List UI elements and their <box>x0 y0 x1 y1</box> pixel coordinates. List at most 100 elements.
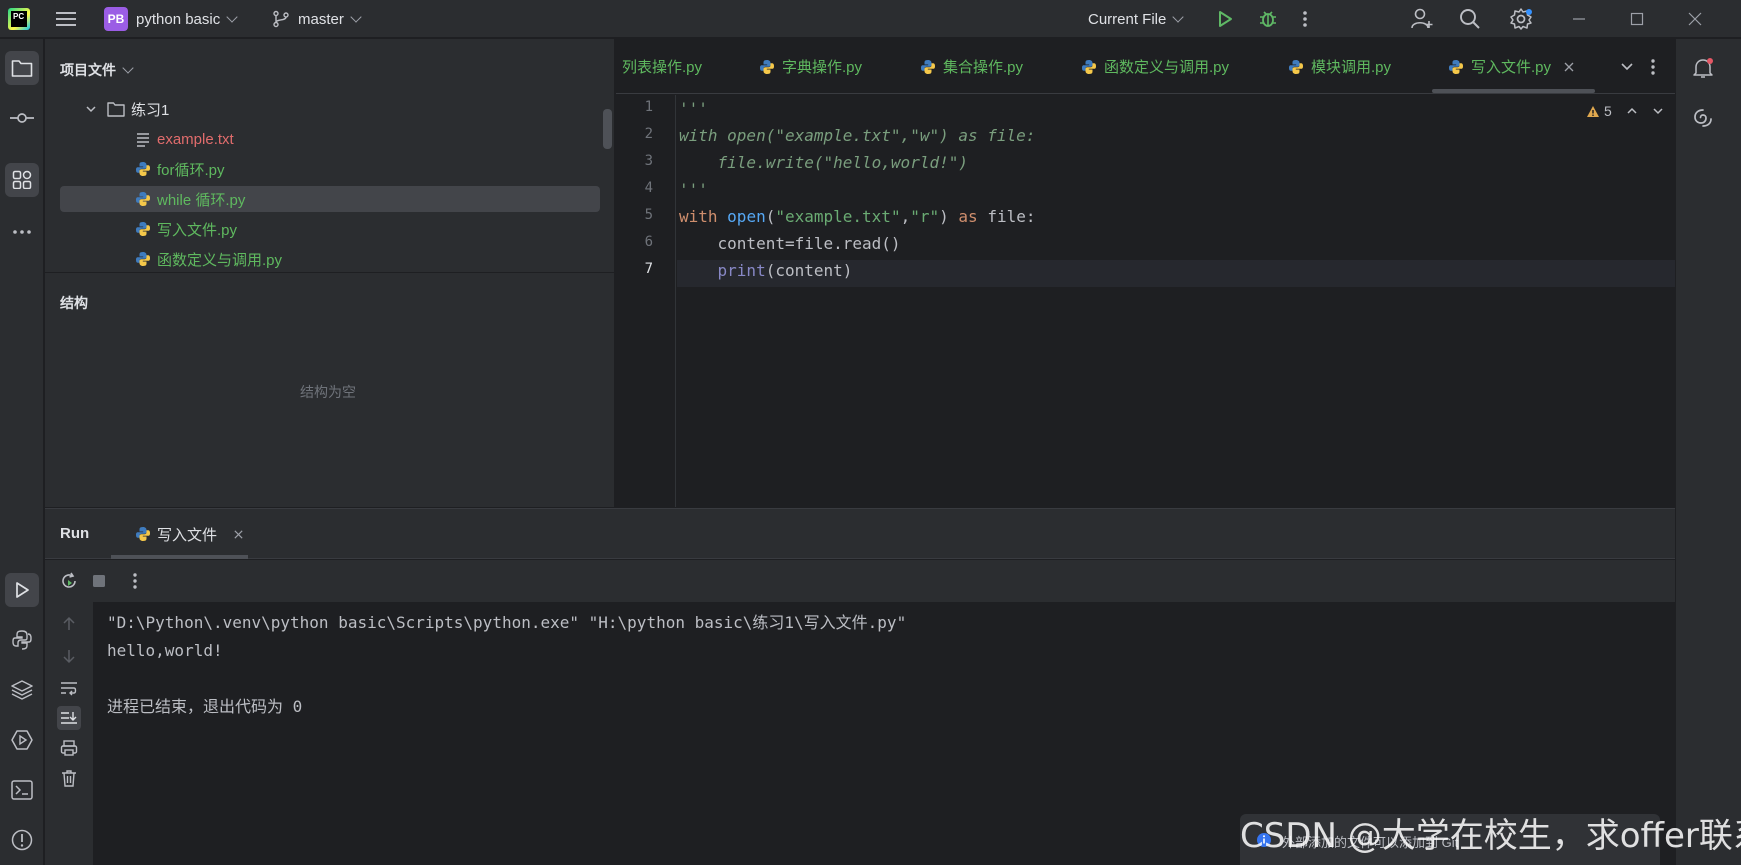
bug-icon <box>1260 11 1276 27</box>
editor-tab[interactable]: 模块调用.py <box>1288 39 1391 94</box>
python-file-icon <box>136 527 150 541</box>
play-icon <box>1219 11 1232 27</box>
chevron-down-icon[interactable] <box>1652 106 1664 116</box>
stop-icon <box>93 575 105 587</box>
layers-tool-button[interactable] <box>5 673 39 707</box>
run-more-button[interactable] <box>123 569 147 593</box>
close-tab-icon[interactable] <box>1563 61 1575 73</box>
vcs-branch-selector[interactable]: master <box>272 0 362 38</box>
tab-list-button[interactable] <box>1620 39 1634 94</box>
rerun-icon <box>62 572 76 588</box>
editor-tab[interactable]: 函数定义与调用.py <box>1081 39 1229 94</box>
hamburger-icon <box>56 12 76 26</box>
file-name: for循环.py <box>157 161 225 179</box>
rerun-button[interactable] <box>57 569 81 593</box>
maximize-button[interactable] <box>1617 0 1657 38</box>
more-tools-button[interactable] <box>5 215 39 249</box>
tree-file-row[interactable]: for循环.py <box>135 156 225 182</box>
branch-name: master <box>298 10 344 28</box>
scroll-to-end-icon <box>61 712 77 724</box>
active-tab-indicator <box>1432 89 1595 93</box>
settings-button[interactable] <box>1509 0 1533 38</box>
scroll-to-end-button[interactable] <box>57 706 81 730</box>
more-horizontal-icon <box>13 230 31 234</box>
editor-tab[interactable]: 列表操作.py <box>622 39 702 94</box>
active-run-tab-indicator <box>111 555 248 559</box>
commit-tool-button[interactable] <box>5 101 39 135</box>
file-name: example.txt <box>157 130 234 148</box>
clear-console-button[interactable] <box>57 766 81 790</box>
problems-tool-button[interactable] <box>5 823 39 857</box>
scroll-up-button[interactable] <box>57 612 81 636</box>
project-panel: 项目文件 练习1 example.txt for循环.py while 循环.p… <box>45 39 615 507</box>
chevron-up-icon[interactable] <box>1626 106 1638 116</box>
editor-tab[interactable]: 字典操作.py <box>759 39 862 94</box>
panel-divider[interactable] <box>45 272 615 273</box>
warning-icon <box>1587 105 1599 117</box>
python-file-icon <box>136 192 150 206</box>
run-config-label: Current File <box>1088 10 1167 28</box>
close-tab-icon[interactable] <box>233 529 244 540</box>
line-number: 6 <box>644 234 653 250</box>
line-number: 3 <box>644 153 653 169</box>
console-line: "D:\Python\.venv\python basic\Scripts\py… <box>107 613 907 632</box>
project-name: python basic <box>136 10 221 28</box>
python-packages-button[interactable] <box>5 623 39 657</box>
inspection-widget[interactable]: 5 <box>1586 103 1664 119</box>
tree-file-row[interactable]: 函数定义与调用.py <box>135 246 282 272</box>
structure-tool-button[interactable] <box>5 163 39 197</box>
file-name: while 循环.py <box>157 191 246 209</box>
file-name: 写入文件.py <box>157 221 238 239</box>
soft-wrap-button[interactable] <box>57 676 81 700</box>
tree-file-row-selected[interactable]: while 循环.py <box>60 186 600 212</box>
add-user-icon <box>1411 8 1433 29</box>
stop-button[interactable] <box>87 569 111 593</box>
search-button[interactable] <box>1459 0 1481 38</box>
debug-button[interactable] <box>1258 0 1278 38</box>
python-file-icon <box>1082 59 1096 74</box>
run-tab[interactable]: 写入文件 <box>125 509 254 559</box>
tree-file-row[interactable]: 写入文件.py <box>135 216 237 242</box>
editor-tab[interactable]: 集合操作.py <box>920 39 1023 94</box>
run-button[interactable] <box>1215 0 1235 38</box>
arrow-up-icon <box>63 616 75 630</box>
console-output[interactable]: "D:\Python\.venv\python basic\Scripts\py… <box>107 609 906 721</box>
code-line: ''' <box>679 180 708 199</box>
folder-name: 练习1 <box>131 101 170 119</box>
soft-wrap-icon <box>61 682 77 696</box>
chevron-down-icon <box>350 11 362 23</box>
project-scrollbar[interactable] <box>603 109 612 149</box>
chevron-down-icon <box>1172 11 1185 23</box>
notifications-button[interactable] <box>1686 51 1720 85</box>
scroll-down-button[interactable] <box>57 644 81 668</box>
more-actions-button[interactable] <box>1302 0 1308 38</box>
console-line: 进程已结束，退出代码为 0 <box>107 697 303 716</box>
run-configuration-selector[interactable]: Current File <box>1088 0 1185 38</box>
tree-file-row[interactable]: example.txt <box>135 126 234 152</box>
project-selector[interactable]: PB python basic <box>104 0 238 38</box>
python-file-icon <box>136 162 150 176</box>
project-tool-button[interactable] <box>5 51 39 85</box>
chevron-down-icon <box>122 62 134 74</box>
code-with-me-button[interactable] <box>1410 0 1434 38</box>
close-icon <box>1688 12 1702 26</box>
project-panel-title[interactable]: 项目文件 <box>60 60 134 80</box>
layers-icon <box>11 680 33 700</box>
run-tool-button[interactable] <box>5 573 39 607</box>
code-line: with open("example.txt","w") as file: <box>679 126 1036 145</box>
print-button[interactable] <box>57 736 81 760</box>
code-line: ''' <box>679 99 708 118</box>
play-icon <box>16 582 29 598</box>
terminal-tool-button[interactable] <box>5 773 39 807</box>
main-menu-button[interactable] <box>56 0 78 38</box>
editor-tab-active[interactable]: 写入文件.py <box>1448 39 1575 94</box>
warning-count: 5 <box>1604 103 1612 119</box>
ai-assistant-button[interactable] <box>1686 101 1720 135</box>
close-window-button[interactable] <box>1675 0 1715 38</box>
tree-folder-row[interactable]: 练习1 <box>85 96 169 122</box>
code-editor[interactable]: ''' with open("example.txt","w") as file… <box>677 95 1675 507</box>
minimize-button[interactable] <box>1559 0 1599 38</box>
services-tool-button[interactable] <box>5 723 39 757</box>
tab-more-button[interactable] <box>1650 39 1656 94</box>
